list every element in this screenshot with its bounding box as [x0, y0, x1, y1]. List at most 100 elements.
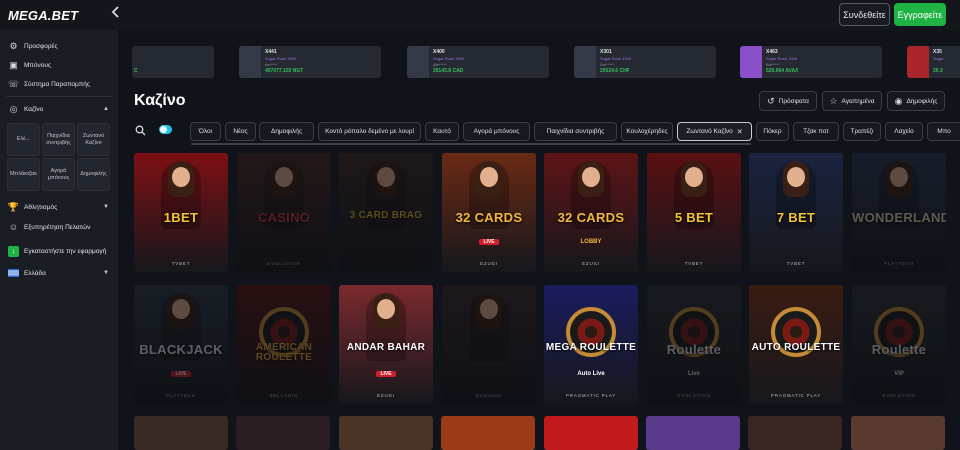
submenu-tile[interactable]: Ζωντανό Καζίνο — [77, 123, 110, 156]
dealer-face — [787, 167, 805, 187]
win-game: Sugar Rush 1000 — [766, 56, 798, 61]
submenu-tile[interactable]: Αγορά μπόνους — [42, 158, 75, 191]
win-card[interactable]: X400 Sugar Rush 1000 Ale***** 26143.8 CA… — [407, 46, 549, 78]
game-title: 32 CARDS — [557, 210, 625, 225]
recent-wins-rail: C X441 Sugar Rush 1000 ria***** 407077.1… — [118, 30, 960, 96]
unavailable-overlay — [237, 285, 331, 404]
sidebar-item-install-app[interactable]: ↓ Εγκαταστήστε την εφαρμογή — [8, 244, 106, 258]
game-tile[interactable] — [441, 416, 535, 450]
sidebar-item-promotions[interactable]: ⚙ Προσφορές — [8, 39, 57, 53]
game-tile[interactable]: RouletteVIPEVOLUTION — [852, 285, 946, 404]
game-tile[interactable]: Evolution — [442, 285, 536, 404]
tab-bonus-buy[interactable]: Αγορά μπόνους — [463, 122, 530, 141]
game-tile[interactable]: AUTO ROULETTE PRAGMATIC PLAY — [749, 285, 843, 404]
game-tile[interactable]: BLACKJACKLIVEPLAYTECH — [134, 285, 228, 404]
game-tile[interactable]: ANDAR BAHAR LIVE EZUGI — [339, 285, 433, 404]
win-amount: 407077.102 NGT — [265, 68, 304, 74]
game-tile[interactable] — [339, 416, 433, 450]
submenu-tile[interactable]: Παιχνίδια συντριβής — [42, 123, 75, 156]
game-tile[interactable]: CASINOEVOLUTION — [237, 153, 331, 272]
game-tile[interactable] — [544, 416, 638, 450]
game-tile[interactable] — [748, 416, 842, 450]
game-tile[interactable]: 5 BET TVBET — [647, 153, 741, 272]
search-icon[interactable] — [135, 125, 146, 139]
sidebar-item-sports[interactable]: 🏆 Αθλητισμός ▼ — [8, 200, 112, 214]
unavailable-overlay — [339, 153, 433, 272]
sidebar-item-label: Καζίνο — [24, 105, 44, 113]
win-amount: 20.3 — [933, 68, 943, 74]
unavailable-overlay — [852, 285, 946, 404]
target-icon: ◉ — [894, 95, 903, 106]
bonus-icon: ▣ — [9, 59, 18, 70]
unavailable-overlay — [134, 285, 228, 404]
game-tile[interactable]: 7 BET TVBET — [749, 153, 843, 272]
submenu-tile[interactable]: Δημοφιλής — [77, 158, 110, 191]
game-tile[interactable]: 32 CARDS LIVE EZUGI — [442, 153, 536, 272]
game-title: 5 BET — [674, 210, 714, 225]
sidebar-item-casino[interactable]: ◎ Καζίνο ▲ — [8, 102, 112, 116]
close-icon[interactable]: ✕ — [737, 128, 743, 136]
game-tile[interactable]: 1BET TVBET — [134, 153, 228, 272]
game-tile[interactable] — [646, 416, 740, 450]
tab-table[interactable]: Τραπέζι — [843, 122, 881, 141]
win-card[interactable]: C — [132, 46, 214, 78]
unavailable-overlay — [647, 285, 741, 404]
game-tile[interactable]: WONDERLANDPLAYTECH — [852, 153, 946, 272]
tab-popular[interactable]: Δημοφιλής — [259, 122, 314, 141]
dealer-face — [480, 167, 498, 187]
game-tile[interactable]: RouletteLiveEVOLUTION — [647, 285, 741, 404]
sort-recent-button[interactable]: ↺ Πρόσφατα — [759, 91, 817, 111]
tab-new[interactable]: Νέος — [225, 122, 256, 141]
main-content: C X441 Sugar Rush 1000 ria***** 407077.1… — [118, 30, 960, 450]
dealer-face — [685, 167, 703, 187]
support-icon: ☺ — [8, 222, 19, 232]
game-subtitle-label: Auto Live — [577, 371, 605, 377]
game-tile[interactable] — [236, 416, 330, 450]
sort-popular-button[interactable]: ◉ Δημοφιλής — [887, 91, 945, 111]
tab-slots[interactable]: Κουλοχέρηδες — [621, 122, 673, 141]
sidebar-item-referral[interactable]: ☏ Σύστημα Παραπομπής — [8, 77, 90, 91]
game-tile[interactable]: AMERICAN ROULETTEBELLAGIO — [237, 285, 331, 404]
tab-short-leash[interactable]: Κοντό ρόπαλο δεμένο με λουρί — [318, 122, 421, 141]
sidebar-item-bonus[interactable]: ▣ Μπόνους — [8, 58, 51, 72]
filter-toggle-icon[interactable] — [159, 125, 172, 134]
tab-poker[interactable]: Πόκερ — [756, 122, 789, 141]
sidebar-item-label: Ελλάδα — [24, 269, 46, 277]
sidebar-divider — [6, 96, 112, 97]
tab-bonus[interactable]: Μπο — [927, 122, 960, 141]
tab-lottery[interactable]: Λαχείο — [885, 122, 923, 141]
game-tile[interactable] — [851, 416, 945, 450]
game-provider: TVBET — [171, 261, 191, 266]
win-card[interactable]: X301 Sugar Rush 1000 Nic***** 20524.6 CH… — [574, 46, 716, 78]
game-tile[interactable]: 32 CARDS LOBBY EZUGI — [544, 153, 638, 272]
game-subtitle-label: LIVE — [479, 239, 499, 245]
brand-logo[interactable]: MEGA.BET — [8, 8, 78, 23]
win-game: Sugar Rush 1000 — [600, 56, 632, 61]
tab-live-casino[interactable]: Ζωντανό Καζίνο ✕ — [677, 122, 752, 141]
sort-favorites-button[interactable]: ☆ Αγαπημένα — [822, 91, 882, 111]
game-title: AUTO ROULETTE — [751, 342, 841, 353]
win-card[interactable]: X441 Sugar Rush 1000 ria***** 407077.102… — [239, 46, 381, 78]
tab-all[interactable]: Όλοι — [190, 122, 221, 141]
submenu-tile[interactable]: Ελέ... — [7, 123, 40, 156]
submenu-tile[interactable]: Μπλάκτζακ — [7, 158, 40, 191]
tab-jackpot[interactable]: Τζακ ποτ — [793, 122, 839, 141]
game-tile[interactable] — [134, 416, 228, 450]
register-button[interactable]: Εγγραφείτε — [894, 3, 946, 26]
tab-hot[interactable]: Καυτό — [425, 122, 459, 141]
sidebar-item-support[interactable]: ☺ Εξυπηρέτηση Πελατών — [8, 220, 91, 234]
win-user: Nic***** — [600, 62, 614, 67]
sidebar-item-language[interactable]: Ελλάδα ▼ — [8, 266, 112, 280]
tab-label: Ζωντανό Καζίνο — [686, 128, 733, 135]
collapse-sidebar-icon[interactable] — [110, 5, 126, 23]
game-tile[interactable]: MEGA ROULETTE Auto Live PRAGMATIC PLAY — [544, 285, 638, 404]
login-button[interactable]: Συνδεθείτε — [839, 3, 890, 26]
win-amount: C — [134, 68, 138, 74]
win-card[interactable]: X463 Sugar Rush 1000 Ath***** 520.064 AV… — [740, 46, 882, 78]
greece-flag-icon — [8, 268, 19, 279]
tab-crash-games[interactable]: Παιχνίδια συντριβής — [534, 122, 617, 141]
category-scrollbar[interactable] — [191, 143, 751, 145]
game-tile[interactable]: 3 CARD BRAG — [339, 153, 433, 272]
sidebar-item-label: Εγκαταστήστε την εφαρμογή — [24, 247, 107, 255]
win-card[interactable]: X35 Sugar 20.3 — [907, 46, 960, 78]
